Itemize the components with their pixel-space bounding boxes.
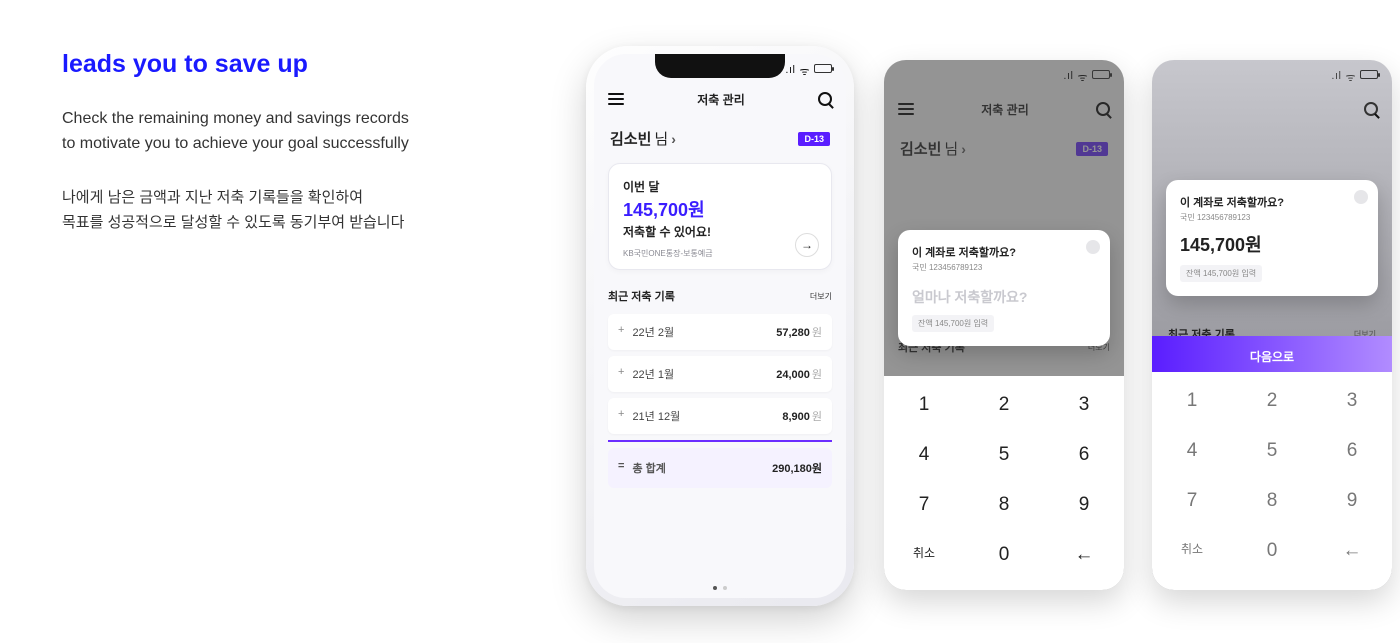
- key-0[interactable]: 0: [964, 534, 1044, 576]
- record-amount: 57,280: [776, 327, 810, 339]
- key-7[interactable]: 7: [884, 484, 964, 526]
- dday-badge: D-13: [798, 132, 830, 146]
- record-month: 22년 2월: [632, 324, 674, 340]
- total-amount: 290,180: [772, 463, 812, 475]
- key-4[interactable]: 4: [884, 434, 964, 476]
- card-account: KB국민ONE통장-보통예금: [623, 248, 817, 259]
- key-4[interactable]: 4: [1152, 430, 1232, 472]
- key-9[interactable]: 9: [1312, 480, 1392, 522]
- key-3[interactable]: 3: [1312, 380, 1392, 422]
- phone1-screen: .ılᯤ 저축 관리 김소빈님 › D-13 이번 달 145,700원 저축할…: [594, 54, 846, 598]
- close-icon[interactable]: [1354, 190, 1368, 204]
- phone2-screen: .ılᯤ 저축 관리 김소빈님› D-13 최근 저축 기록 더보기 +22년 …: [884, 60, 1124, 590]
- key-1[interactable]: 1: [884, 384, 964, 426]
- header-title: 저축 관리: [697, 91, 745, 108]
- key-cancel[interactable]: 취소: [884, 534, 964, 576]
- user-suffix: 님: [654, 128, 668, 149]
- next-button[interactable]: 다음으로: [1152, 336, 1392, 377]
- iphone-notch: [655, 54, 785, 78]
- modal-account: 국민 123456789123: [912, 262, 1096, 273]
- divider-accent: [608, 440, 832, 442]
- key-5[interactable]: 5: [964, 434, 1044, 476]
- description-ko: 나에게 남은 금액과 지난 저축 기록들을 확인하여 목표를 성공적으로 달성할…: [62, 185, 502, 236]
- save-modal: 이 계좌로 저축할까요? 국민 123456789123 145,700원 잔액…: [1166, 180, 1378, 296]
- key-6[interactable]: 6: [1312, 430, 1392, 472]
- card-line3: 저축할 수 있어요!: [623, 223, 817, 240]
- modal-account: 국민 123456789123: [1180, 212, 1364, 223]
- key-backspace[interactable]: ←: [1044, 534, 1124, 576]
- card-next-button[interactable]: →: [795, 233, 819, 257]
- phone-mockup-2: .ılᯤ 저축 관리 김소빈님› D-13 최근 저축 기록 더보기 +22년 …: [884, 60, 1124, 590]
- key-0[interactable]: 0: [1232, 530, 1312, 572]
- app-header: 저축 관리: [594, 84, 846, 114]
- key-5[interactable]: 5: [1232, 430, 1312, 472]
- key-8[interactable]: 8: [1232, 480, 1312, 522]
- key-9[interactable]: 9: [1044, 484, 1124, 526]
- search-icon[interactable]: [1364, 102, 1378, 116]
- record-amount: 8,900: [782, 411, 810, 423]
- key-6[interactable]: 6: [1044, 434, 1124, 476]
- key-cancel[interactable]: 취소: [1152, 530, 1232, 572]
- save-modal: 이 계좌로 저축할까요? 국민 123456789123 얼마나 저축할까요? …: [898, 230, 1110, 346]
- record-row[interactable]: +22년 2월 57,280원: [608, 314, 832, 350]
- record-amount: 24,000: [776, 369, 810, 381]
- status-icons: .ılᯤ: [785, 64, 832, 79]
- key-8[interactable]: 8: [964, 484, 1044, 526]
- record-unit: 원: [812, 327, 822, 339]
- phone-mockup-3: .ılᯤ 저축 관리 김소빈님› D-13 이 계좌로 저축할까요? 국민 12…: [1152, 60, 1392, 590]
- status-icons: .ılᯤ: [1331, 70, 1378, 85]
- records-title: 최근 저축 기록: [608, 288, 675, 304]
- equals-icon: =: [618, 460, 624, 476]
- modal-placeholder: 얼마나 저축할까요?: [912, 287, 1096, 307]
- menu-icon[interactable]: [608, 93, 624, 105]
- user-name-text: 김소빈: [610, 128, 651, 149]
- close-icon[interactable]: [1086, 240, 1100, 254]
- phone-mockup-1: .ılᯤ 저축 관리 김소빈님 › D-13 이번 달 145,700원 저축할…: [586, 46, 854, 606]
- key-2[interactable]: 2: [1232, 380, 1312, 422]
- user-name[interactable]: 김소빈님 ›: [610, 128, 676, 149]
- description-en: Check the remaining money and savings re…: [62, 107, 502, 157]
- record-unit: 원: [812, 411, 822, 423]
- record-month: 22년 1월: [632, 366, 674, 382]
- total-row: = 총 합계 290,180원: [608, 448, 832, 488]
- key-backspace[interactable]: ←: [1312, 530, 1392, 572]
- savings-amount-card: 이번 달 145,700원 저축할 수 있어요! KB국민ONE통장-보통예금 …: [608, 163, 832, 270]
- key-3[interactable]: 3: [1044, 384, 1124, 426]
- numeric-keypad: 1 2 3 4 5 6 7 8 9 취소 0 ←: [884, 376, 1124, 590]
- page-title: leads you to save up: [62, 50, 502, 79]
- modal-title: 이 계좌로 저축할까요?: [912, 244, 1096, 260]
- key-1[interactable]: 1: [1152, 380, 1232, 422]
- plus-icon: +: [618, 366, 624, 382]
- numeric-keypad: 1 2 3 4 5 6 7 8 9 취소 0 ←: [1152, 372, 1392, 590]
- record-row[interactable]: +22년 1월 24,000원: [608, 356, 832, 392]
- balance-badge[interactable]: 잔액 145,700원 입력: [1180, 265, 1262, 282]
- key-2[interactable]: 2: [964, 384, 1044, 426]
- total-unit: 원: [812, 463, 822, 475]
- records-more-link[interactable]: 더보기: [810, 291, 832, 302]
- modal-title: 이 계좌로 저축할까요?: [1180, 194, 1364, 210]
- phone3-screen: .ılᯤ 저축 관리 김소빈님› D-13 이 계좌로 저축할까요? 국민 12…: [1152, 60, 1392, 590]
- modal-amount: 145,700원: [1180, 231, 1364, 257]
- total-label: 총 합계: [632, 460, 665, 476]
- search-icon[interactable]: [818, 92, 832, 106]
- plus-icon: +: [618, 408, 624, 424]
- card-line1: 이번 달: [623, 178, 817, 195]
- key-7[interactable]: 7: [1152, 480, 1232, 522]
- card-amount: 145,700원: [623, 196, 817, 222]
- pager-dots: [713, 586, 727, 590]
- record-row[interactable]: +21년 12월 8,900원: [608, 398, 832, 434]
- chevron-right-icon: ›: [671, 131, 676, 147]
- record-unit: 원: [812, 369, 822, 381]
- balance-badge[interactable]: 잔액 145,700원 입력: [912, 315, 994, 332]
- record-month: 21년 12월: [632, 408, 680, 424]
- plus-icon: +: [618, 324, 624, 340]
